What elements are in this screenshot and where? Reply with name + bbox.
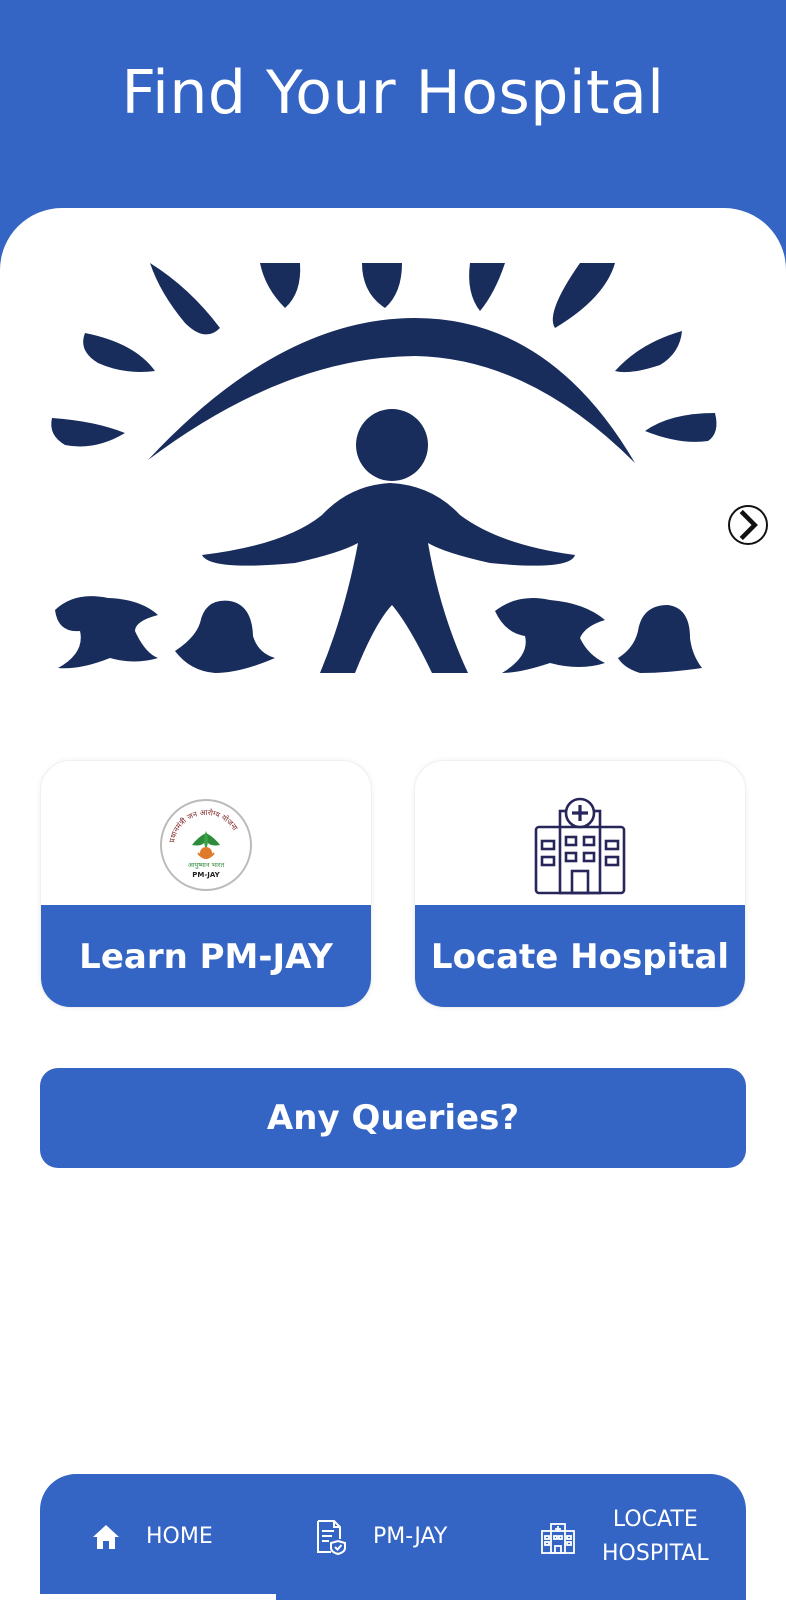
locate-hospital-footer[interactable]: Locate Hospital — [415, 905, 745, 1007]
active-tab-indicator — [40, 1594, 276, 1600]
nav-pmjay[interactable]: PM-JAY — [315, 1474, 447, 1600]
nav-locate-label-line2: HOSPITAL — [602, 1541, 709, 1566]
learn-pmjay-footer[interactable]: Learn PM-JAY — [41, 905, 371, 1007]
chevron-right-icon — [739, 509, 758, 541]
locate-hospital-label: Locate Hospital — [430, 937, 730, 977]
nav-locate-label-line1: LOCATE — [612, 1507, 698, 1532]
nav-pmjay-label: PM-JAY — [373, 1524, 448, 1549]
nav-locate-label: LOCATE HOSPITAL — [602, 1503, 709, 1571]
pmjay-logo-caption: PM-JAY — [192, 871, 220, 879]
home-icon — [93, 1525, 119, 1549]
hospital-icon — [415, 797, 745, 897]
learn-pmjay-card[interactable]: प्रधानमंत्री जन आरोग्य योजना आयुष्मान भा… — [40, 760, 372, 1008]
nav-home-label: HOME — [146, 1524, 213, 1549]
any-queries-button[interactable]: Any Queries? — [40, 1068, 746, 1168]
family-illustration — [51, 263, 717, 673]
nav-locate-hospital[interactable]: LOCATE HOSPITAL — [540, 1474, 709, 1600]
banner-carousel[interactable] — [40, 253, 768, 693]
page-title: Find Your Hospital — [121, 58, 665, 128]
main-content: प्रधानमंत्री जन आरोग्य योजना आयुष्मान भा… — [0, 208, 786, 1600]
any-queries-label: Any Queries? — [266, 1098, 520, 1138]
locate-hospital-card[interactable]: Locate Hospital — [414, 760, 746, 1008]
bottom-navigation: HOME PM-JAY LOCATE HOSPITAL — [40, 1474, 746, 1600]
app-header: Find Your Hospital — [0, 0, 786, 240]
pmjay-logo-icon: प्रधानमंत्री जन आरोग्य योजना आयुष्मान भा… — [41, 797, 371, 897]
hospital-building-icon — [541, 1523, 575, 1554]
pmjay-logo-subtext: आयुष्मान भारत — [188, 861, 225, 869]
carousel-next-button[interactable] — [728, 505, 768, 545]
document-shield-icon — [317, 1520, 346, 1555]
nav-home[interactable]: HOME — [92, 1474, 213, 1600]
learn-pmjay-label: Learn PM-JAY — [79, 937, 333, 977]
